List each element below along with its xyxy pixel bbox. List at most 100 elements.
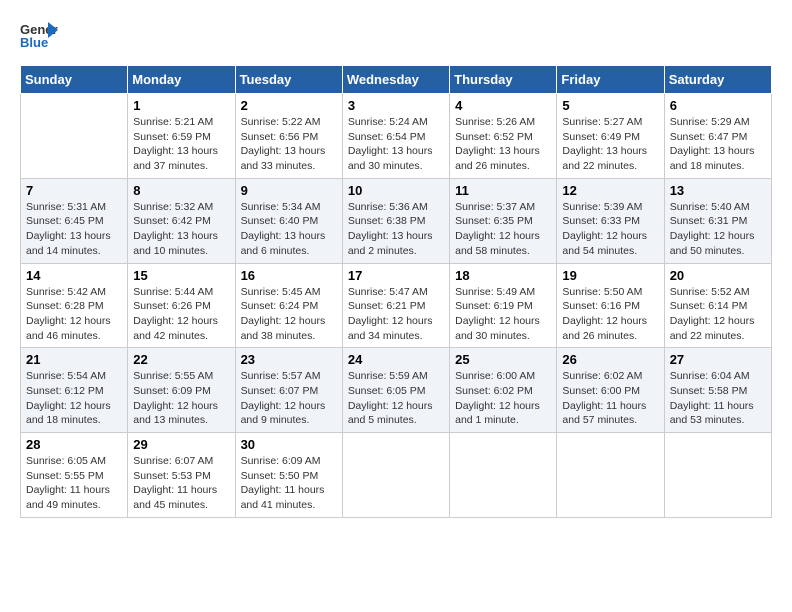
day-number: 1 [133, 98, 229, 113]
day-number: 8 [133, 183, 229, 198]
calendar-cell: 5Sunrise: 5:27 AMSunset: 6:49 PMDaylight… [557, 94, 664, 179]
day-number: 21 [26, 352, 122, 367]
calendar-cell [664, 433, 771, 518]
day-number: 16 [241, 268, 337, 283]
calendar-cell: 1 Sunrise: 5:21 AMSunset: 6:59 PMDaylight… [128, 94, 235, 179]
col-header-thursday: Thursday [450, 66, 557, 94]
day-info: Sunrise: 5:50 AMSunset: 6:16 PMDaylight:… [562, 285, 658, 344]
calendar-cell: 21 Sunrise: 5:54 AMSunset: 6:12 PMDayligh… [21, 348, 128, 433]
calendar-cell: 24 Sunrise: 5:59 AMSunset: 6:05 PMDayligh… [342, 348, 449, 433]
day-number: 2 [241, 98, 337, 113]
calendar-cell: 10 Sunrise: 5:36 AMSunset: 6:38 PMDayligh… [342, 178, 449, 263]
calendar-cell: 12 Sunrise: 5:39 AMSunset: 6:33 PMDayligh… [557, 178, 664, 263]
logo-graphic: General Blue [20, 20, 58, 55]
day-info: Sunrise: 5:45 AMSunset: 6:24 PMDaylight:… [241, 285, 337, 344]
calendar-cell: 18 Sunrise: 5:49 AMSunset: 6:19 PMDayligh… [450, 263, 557, 348]
calendar-cell: 22Sunrise: 5:55 AMSunset: 6:09 PMDayligh… [128, 348, 235, 433]
day-number: 11 [455, 183, 551, 198]
col-header-friday: Friday [557, 66, 664, 94]
day-info: Sunrise: 5:59 AMSunset: 6:05 PMDaylight:… [348, 369, 444, 428]
day-number: 30 [241, 437, 337, 452]
calendar-cell: 4 Sunrise: 5:26 AMSunset: 6:52 PMDaylight… [450, 94, 557, 179]
calendar-cell: 13 Sunrise: 5:40 AMSunset: 6:31 PMDayligh… [664, 178, 771, 263]
day-info: Sunrise: 5:55 AMSunset: 6:09 PMDaylight:… [133, 369, 229, 428]
day-info: Sunrise: 5:37 AMSunset: 6:35 PMDaylight:… [455, 200, 551, 259]
day-info: Sunrise: 6:09 AMSunset: 5:50 PMDaylight:… [241, 454, 337, 513]
calendar-cell: 11 Sunrise: 5:37 AMSunset: 6:35 PMDayligh… [450, 178, 557, 263]
day-number: 18 [455, 268, 551, 283]
day-info: Sunrise: 5:47 AMSunset: 6:21 PMDaylight:… [348, 285, 444, 344]
day-info: Sunrise: 5:54 AMSunset: 6:12 PMDaylight:… [26, 369, 122, 428]
day-number: 9 [241, 183, 337, 198]
day-info: Sunrise: 6:00 AMSunset: 6:02 PMDaylight:… [455, 369, 551, 428]
logo: General Blue [20, 20, 58, 55]
day-number: 24 [348, 352, 444, 367]
calendar-cell: 30 Sunrise: 6:09 AMSunset: 5:50 PMDayligh… [235, 433, 342, 518]
day-number: 4 [455, 98, 551, 113]
calendar-table: SundayMondayTuesdayWednesdayThursdayFrid… [20, 65, 772, 518]
day-number: 7 [26, 183, 122, 198]
calendar-cell: 14 Sunrise: 5:42 AMSunset: 6:28 PMDayligh… [21, 263, 128, 348]
calendar-cell: 25 Sunrise: 6:00 AMSunset: 6:02 PMDayligh… [450, 348, 557, 433]
day-info: Sunrise: 6:05 AMSunset: 5:55 PMDaylight:… [26, 454, 122, 513]
page-header: General Blue [20, 20, 772, 55]
day-info: Sunrise: 5:29 AMSunset: 6:47 PMDaylight:… [670, 115, 766, 174]
calendar-cell: 3 Sunrise: 5:24 AMSunset: 6:54 PMDaylight… [342, 94, 449, 179]
day-info: Sunrise: 6:02 AMSunset: 6:00 PMDaylight:… [562, 369, 658, 428]
day-number: 19 [562, 268, 658, 283]
day-number: 29 [133, 437, 229, 452]
calendar-cell: 28 Sunrise: 6:05 AMSunset: 5:55 PMDayligh… [21, 433, 128, 518]
day-info: Sunrise: 5:42 AMSunset: 6:28 PMDaylight:… [26, 285, 122, 344]
calendar-cell [21, 94, 128, 179]
col-header-monday: Monday [128, 66, 235, 94]
calendar-cell: 8 Sunrise: 5:32 AMSunset: 6:42 PMDaylight… [128, 178, 235, 263]
calendar-cell: 6Sunrise: 5:29 AMSunset: 6:47 PMDaylight… [664, 94, 771, 179]
calendar-cell: 23 Sunrise: 5:57 AMSunset: 6:07 PMDayligh… [235, 348, 342, 433]
day-info: Sunrise: 5:40 AMSunset: 6:31 PMDaylight:… [670, 200, 766, 259]
day-number: 14 [26, 268, 122, 283]
day-number: 26 [562, 352, 658, 367]
day-number: 15 [133, 268, 229, 283]
calendar-cell: 27 Sunrise: 6:04 AMSunset: 5:58 PMDayligh… [664, 348, 771, 433]
day-number: 3 [348, 98, 444, 113]
col-header-sunday: Sunday [21, 66, 128, 94]
col-header-saturday: Saturday [664, 66, 771, 94]
day-number: 17 [348, 268, 444, 283]
calendar-cell: 26 Sunrise: 6:02 AMSunset: 6:00 PMDayligh… [557, 348, 664, 433]
day-info: Sunrise: 5:27 AMSunset: 6:49 PMDaylight:… [562, 115, 658, 174]
day-info: Sunrise: 5:32 AMSunset: 6:42 PMDaylight:… [133, 200, 229, 259]
calendar-cell: 16 Sunrise: 5:45 AMSunset: 6:24 PMDayligh… [235, 263, 342, 348]
day-info: Sunrise: 5:24 AMSunset: 6:54 PMDaylight:… [348, 115, 444, 174]
calendar-cell [557, 433, 664, 518]
day-info: Sunrise: 5:31 AMSunset: 6:45 PMDaylight:… [26, 200, 122, 259]
calendar-cell: 9Sunrise: 5:34 AMSunset: 6:40 PMDaylight… [235, 178, 342, 263]
calendar-cell: 29 Sunrise: 6:07 AMSunset: 5:53 PMDayligh… [128, 433, 235, 518]
calendar-cell: 20 Sunrise: 5:52 AMSunset: 6:14 PMDayligh… [664, 263, 771, 348]
day-number: 20 [670, 268, 766, 283]
day-info: Sunrise: 6:07 AMSunset: 5:53 PMDaylight:… [133, 454, 229, 513]
day-number: 13 [670, 183, 766, 198]
day-info: Sunrise: 5:22 AMSunset: 6:56 PMDaylight:… [241, 115, 337, 174]
day-info: Sunrise: 5:52 AMSunset: 6:14 PMDaylight:… [670, 285, 766, 344]
day-number: 10 [348, 183, 444, 198]
day-info: Sunrise: 6:04 AMSunset: 5:58 PMDaylight:… [670, 369, 766, 428]
day-info: Sunrise: 5:44 AMSunset: 6:26 PMDaylight:… [133, 285, 229, 344]
calendar-cell: 17 Sunrise: 5:47 AMSunset: 6:21 PMDayligh… [342, 263, 449, 348]
day-info: Sunrise: 5:39 AMSunset: 6:33 PMDaylight:… [562, 200, 658, 259]
day-number: 12 [562, 183, 658, 198]
svg-text:Blue: Blue [20, 35, 48, 50]
day-info: Sunrise: 5:57 AMSunset: 6:07 PMDaylight:… [241, 369, 337, 428]
day-number: 28 [26, 437, 122, 452]
day-number: 27 [670, 352, 766, 367]
col-header-tuesday: Tuesday [235, 66, 342, 94]
calendar-cell: 7 Sunrise: 5:31 AMSunset: 6:45 PMDaylight… [21, 178, 128, 263]
day-info: Sunrise: 5:26 AMSunset: 6:52 PMDaylight:… [455, 115, 551, 174]
calendar-cell: 2 Sunrise: 5:22 AMSunset: 6:56 PMDaylight… [235, 94, 342, 179]
day-number: 25 [455, 352, 551, 367]
day-info: Sunrise: 5:21 AMSunset: 6:59 PMDaylight:… [133, 115, 229, 174]
calendar-cell: 19 Sunrise: 5:50 AMSunset: 6:16 PMDayligh… [557, 263, 664, 348]
day-info: Sunrise: 5:36 AMSunset: 6:38 PMDaylight:… [348, 200, 444, 259]
day-info: Sunrise: 5:49 AMSunset: 6:19 PMDaylight:… [455, 285, 551, 344]
day-number: 23 [241, 352, 337, 367]
calendar-cell [342, 433, 449, 518]
